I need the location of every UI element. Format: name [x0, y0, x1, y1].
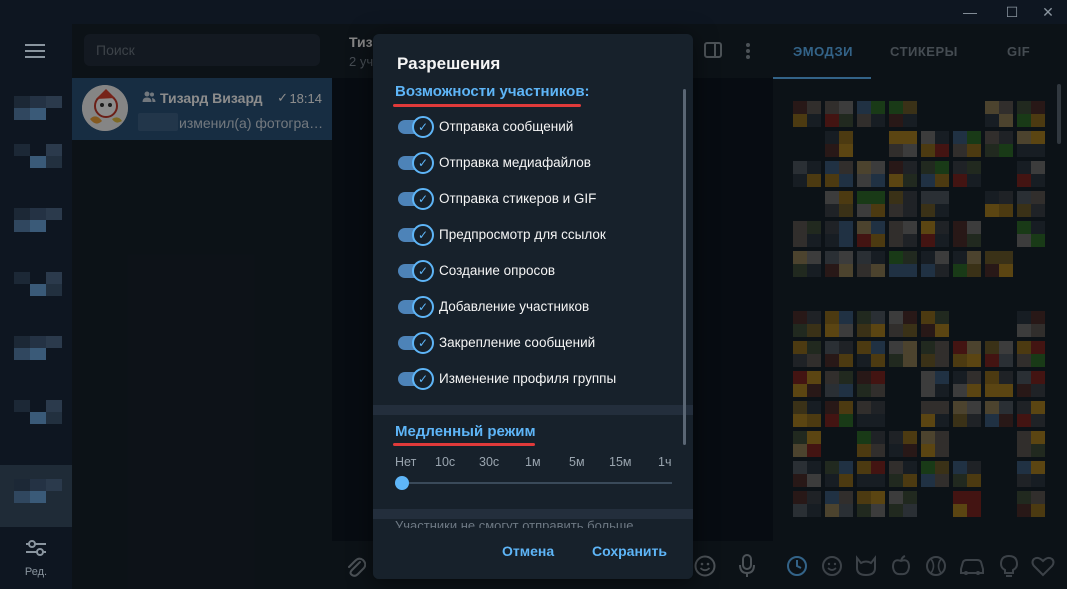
pixelated-folder-block	[14, 96, 30, 108]
permission-toggle[interactable]: ✓	[398, 368, 434, 390]
pixelated-folder-block	[46, 272, 62, 284]
check-icon: ✓	[412, 188, 434, 210]
slow-mode-tick[interactable]: 5м	[569, 455, 585, 469]
slow-mode-tick[interactable]: 1ч	[658, 455, 671, 469]
pixelated-folder-block	[46, 400, 62, 412]
check-icon: ✓	[412, 224, 434, 246]
slow-mode-tick[interactable]: Нет	[395, 455, 416, 469]
pixelated-folder-block	[30, 108, 46, 120]
pixelated-folder-block	[14, 491, 30, 503]
permission-toggle[interactable]: ✓	[398, 260, 434, 282]
pixelated-folder-block	[46, 156, 62, 168]
folders-sidebar: Ред.	[0, 24, 72, 589]
pixelated-folder-block	[30, 336, 46, 348]
check-icon: ✓	[412, 260, 434, 282]
slow-mode-slider-track[interactable]	[402, 482, 672, 484]
permission-toggle[interactable]: ✓	[398, 116, 434, 138]
permission-label: Отправка стикеров и GIF	[439, 191, 597, 206]
pixelated-folder-block	[30, 96, 46, 108]
check-icon: ✓	[412, 368, 434, 390]
dialog-title: Разрешения	[397, 54, 501, 73]
permission-label: Создание опросов	[439, 263, 556, 278]
check-icon: ✓	[412, 116, 434, 138]
pixelated-folder-block	[46, 479, 62, 491]
permission-toggle[interactable]: ✓	[398, 332, 434, 354]
dialog-footer: Отмена Сохранить	[373, 529, 693, 579]
pixelated-folder-block	[30, 348, 46, 360]
permission-row[interactable]: ✓ Изменение профиля группы	[373, 361, 683, 397]
permission-row[interactable]: ✓ Отправка стикеров и GIF	[373, 181, 683, 217]
pixelated-folder-block	[30, 284, 46, 296]
pixelated-folder-block	[46, 412, 62, 424]
telegram-window: — ☐ ✕ Ред. Поиск Тизард Визард ✓ 18:14 и…	[0, 0, 1067, 589]
pixelated-folder-block	[14, 220, 30, 232]
pixelated-folder-block	[14, 144, 30, 156]
slow-mode-slider-knob[interactable]	[395, 476, 409, 490]
close-icon[interactable]: ✕	[1033, 3, 1063, 21]
permission-toggle[interactable]: ✓	[398, 296, 434, 318]
pixelated-folder-block	[30, 156, 46, 168]
permission-row[interactable]: ✓ Закрепление сообщений	[373, 325, 683, 361]
slow-mode-tick[interactable]: 10с	[435, 455, 455, 469]
edit-folders-button[interactable]: Ред.	[0, 539, 72, 589]
check-icon: ✓	[412, 332, 434, 354]
permission-toggle[interactable]: ✓	[398, 152, 434, 174]
permission-toggle[interactable]: ✓	[398, 224, 434, 246]
sliders-icon	[26, 540, 46, 556]
permissions-dialog: Разрешения Возможности участников: ✓ Отпр…	[373, 34, 693, 579]
permission-label: Добавление участников	[439, 299, 590, 314]
pixelated-folder-block	[14, 348, 30, 360]
permission-row[interactable]: ✓ Отправка сообщений	[373, 109, 683, 145]
pixelated-folder-block	[30, 220, 46, 232]
permission-row[interactable]: ✓ Отправка медиафайлов	[373, 145, 683, 181]
permission-label: Отправка сообщений	[439, 119, 574, 134]
cancel-button[interactable]: Отмена	[502, 543, 554, 559]
save-button[interactable]: Сохранить	[592, 543, 667, 559]
dialog-scrollbar[interactable]	[683, 89, 686, 445]
pixelated-folder-block	[30, 412, 46, 424]
pixelated-folder-block	[46, 144, 62, 156]
pixelated-folder-block	[46, 284, 62, 296]
minimize-icon[interactable]: —	[955, 3, 985, 21]
permission-label: Изменение профиля группы	[439, 371, 617, 386]
permission-label: Отправка медиафайлов	[439, 155, 591, 170]
pixelated-folder-block	[30, 491, 46, 503]
pixelated-folder-block	[14, 479, 30, 491]
maximize-icon[interactable]: ☐	[997, 3, 1027, 21]
pixelated-folder-block	[46, 336, 62, 348]
check-icon: ✓	[412, 152, 434, 174]
pixelated-folder-block	[14, 208, 30, 220]
slow-mode-tick[interactable]: 1м	[525, 455, 541, 469]
section-member-permissions: Возможности участников:	[395, 83, 590, 100]
section-slow-mode: Медленный режим	[395, 423, 536, 440]
pixelated-folder-block	[14, 108, 30, 120]
permission-toggle[interactable]: ✓	[398, 188, 434, 210]
pixelated-folder-block	[14, 336, 30, 348]
pixelated-folder-block	[14, 400, 30, 412]
slow-mode-ticks: Нет 10с 30с 1м 5м 15м 1ч	[393, 455, 675, 473]
pixelated-folder-block	[30, 208, 46, 220]
permission-row[interactable]: ✓ Добавление участников	[373, 289, 683, 325]
pixelated-folder-block	[14, 272, 30, 284]
pixelated-folder-block	[46, 208, 62, 220]
slow-mode-tick[interactable]: 30с	[479, 455, 499, 469]
red-underline-mark	[393, 104, 581, 107]
red-underline-mark	[393, 443, 535, 446]
edit-folders-label: Ред.	[24, 566, 48, 578]
permission-label: Предпросмотр для ссылок	[439, 227, 606, 242]
title-bar: — ☐ ✕	[0, 0, 1067, 24]
permission-label: Закрепление сообщений	[439, 335, 596, 350]
pixelated-folder-block	[46, 96, 62, 108]
slow-mode-tick[interactable]: 15м	[609, 455, 632, 469]
section-divider	[373, 405, 693, 415]
pixelated-folder-block	[30, 479, 46, 491]
permission-row[interactable]: ✓ Предпросмотр для ссылок	[373, 217, 683, 253]
permission-row[interactable]: ✓ Создание опросов	[373, 253, 683, 289]
check-icon: ✓	[412, 296, 434, 318]
slow-mode-hint: Участники не смогут отправить больше	[395, 518, 634, 528]
menu-icon[interactable]	[25, 44, 45, 58]
